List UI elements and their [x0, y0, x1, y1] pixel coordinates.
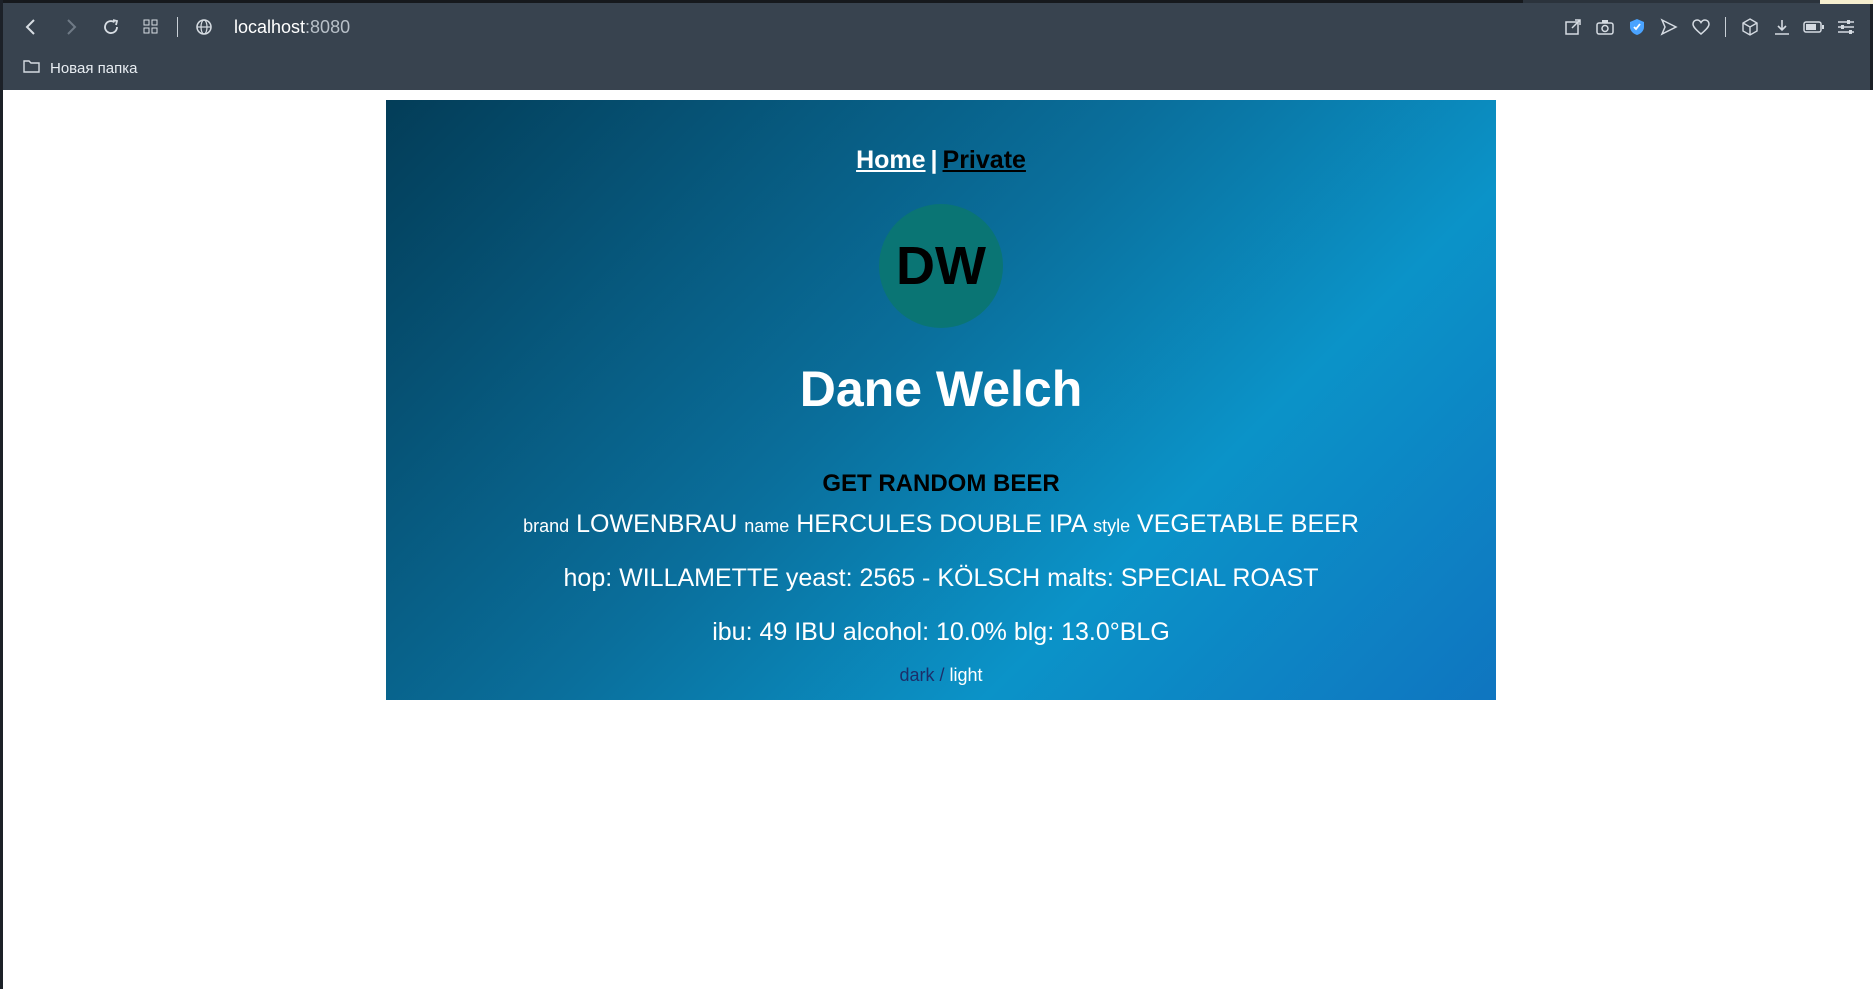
toolbar-right — [1561, 6, 1870, 48]
theme-separator: / — [939, 665, 945, 685]
battery-icon[interactable] — [1802, 15, 1826, 39]
malts-value: SPECIAL ROAST — [1120, 564, 1319, 592]
toolbar-separator — [177, 17, 178, 37]
style-value: VEGETABLE BEER — [1137, 510, 1359, 538]
hop-value: WILLAMETTE — [619, 564, 779, 592]
user-name: Dane Welch — [799, 361, 1083, 417]
blg-label: blg: — [1013, 618, 1055, 646]
active-tab-indicator — [3, 0, 1523, 3]
home-link[interactable]: Home — [856, 146, 925, 174]
alcohol-label: alcohol: — [842, 618, 930, 646]
ibu-value: 49 IBU — [759, 618, 836, 646]
folder-icon[interactable] — [23, 59, 40, 77]
beer-ingredients-line: hop: WILLAMETTE yeast: 2565 - KÖLSCH mal… — [386, 564, 1496, 593]
forward-icon[interactable] — [57, 13, 85, 41]
yeast-label: yeast: — [785, 564, 853, 592]
yeast-value: 2565 - KÖLSCH — [859, 564, 1041, 592]
beer-identity-line: brand LOWENBRAU name HERCULES DOUBLE IPA… — [386, 510, 1496, 539]
profile-card: Home | Private DW Dane Welch GET RANDOM BE… — [386, 100, 1496, 700]
bookmark-folder-label[interactable]: Новая папка — [50, 60, 137, 77]
settings-sliders-icon[interactable] — [1834, 15, 1858, 39]
send-icon[interactable] — [1657, 15, 1681, 39]
speed-dial-icon[interactable] — [137, 13, 165, 41]
browser-chrome: localhost:8080 Новая папка — [0, 0, 1873, 90]
share-icon[interactable] — [1561, 15, 1585, 39]
tab-corner — [1820, 0, 1873, 4]
theme-light-option[interactable]: light — [950, 665, 983, 685]
blg-value: 13.0°BLG — [1061, 618, 1170, 646]
top-nav: Home | Private — [386, 146, 1496, 175]
cube-icon[interactable] — [1738, 15, 1762, 39]
back-icon[interactable] — [17, 13, 45, 41]
download-icon[interactable] — [1770, 15, 1794, 39]
bookmarks-bar: Новая папка — [3, 54, 137, 82]
shield-icon[interactable] — [1625, 15, 1649, 39]
heart-icon[interactable] — [1689, 15, 1713, 39]
beer-stats-line: ibu: 49 IBU alcohol: 10.0% blg: 13.0°BLG — [386, 618, 1496, 647]
toolbar-separator — [1725, 17, 1726, 37]
address-bar[interactable]: localhost:8080 — [234, 17, 350, 38]
globe-icon[interactable] — [190, 13, 218, 41]
style-label: style — [1093, 516, 1131, 536]
brand-label: brand — [523, 516, 570, 536]
url-port: :8080 — [305, 16, 351, 37]
get-random-beer-button[interactable]: GET RANDOM BEER — [386, 470, 1496, 498]
page-viewport: Home | Private DW Dane Welch GET RANDOM BE… — [0, 90, 1873, 989]
camera-icon[interactable] — [1593, 15, 1617, 39]
reload-icon[interactable] — [97, 13, 125, 41]
name-value: HERCULES DOUBLE IPA — [796, 510, 1087, 538]
malts-label: malts: — [1047, 564, 1114, 592]
url-host: localhost — [234, 16, 306, 37]
name-label: name — [744, 516, 790, 536]
theme-switcher: dark / light — [386, 665, 1496, 686]
tab-strip — [3, 0, 1873, 4]
hop-label: hop: — [563, 564, 613, 592]
private-link[interactable]: Private — [943, 146, 1026, 174]
avatar: DW — [879, 204, 1003, 328]
nav-separator: | — [930, 146, 938, 174]
alcohol-value: 10.0% — [935, 618, 1007, 646]
theme-dark-option[interactable]: dark — [899, 665, 934, 685]
brand-value: LOWENBRAU — [576, 510, 738, 538]
ibu-label: ibu: — [712, 618, 753, 646]
